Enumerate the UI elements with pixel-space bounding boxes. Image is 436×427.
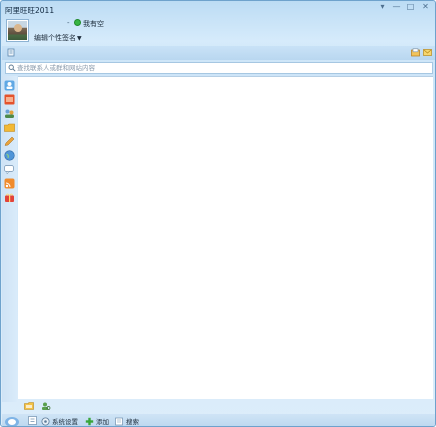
- search-input[interactable]: [17, 63, 417, 73]
- signature-editor[interactable]: 编辑个性签名▼: [34, 33, 82, 43]
- find-button[interactable]: 搜索: [115, 416, 139, 426]
- menu-button[interactable]: ▾: [376, 1, 389, 12]
- contacts-icon: [4, 80, 15, 91]
- avatar[interactable]: [6, 19, 29, 42]
- rail-tab-contacts[interactable]: [4, 80, 15, 91]
- rail-tab-feed[interactable]: [4, 178, 15, 189]
- system-settings-label: 系统设置: [52, 418, 78, 426]
- rail-tab-pencil[interactable]: [4, 136, 15, 147]
- group-icon: [5, 109, 14, 118]
- rail-tab-shop[interactable]: [4, 94, 15, 105]
- shop-icon: [4, 94, 15, 105]
- chat-icon: [4, 165, 14, 175]
- online-status-icon[interactable]: [74, 19, 81, 26]
- rail-tab-folder[interactable]: [4, 122, 15, 133]
- find-label: 搜索: [126, 418, 139, 426]
- add-contact-button[interactable]: 添加: [85, 416, 109, 426]
- folder-icon: [4, 123, 15, 132]
- rail-tab-group[interactable]: [4, 108, 15, 119]
- signature-text: 编辑个性签名: [34, 34, 76, 42]
- status-bar: 系统设置 添加 搜索: [2, 414, 435, 427]
- avatar-image: [8, 21, 27, 40]
- menu-icon: [28, 416, 37, 425]
- add-contact-label: 添加: [96, 418, 109, 426]
- status-separator: -: [67, 19, 70, 27]
- feed-icon: [4, 178, 15, 189]
- status-selector[interactable]: 我有空: [83, 19, 104, 29]
- pencil-icon: [4, 136, 15, 146]
- main-toolbar: [2, 46, 435, 60]
- maximize-button[interactable]: □: [404, 1, 417, 12]
- window-title: 阿里旺旺2011: [5, 6, 55, 15]
- aliwangwang-logo-icon[interactable]: [4, 414, 20, 427]
- quick-menu-button[interactable]: [28, 416, 39, 425]
- email-icon[interactable]: [423, 48, 432, 57]
- system-settings-button[interactable]: 系统设置: [41, 416, 78, 426]
- category-rail: [2, 76, 17, 402]
- chevron-down-icon: ▼: [77, 35, 82, 42]
- window-controls: ▾ — □ ✕: [375, 1, 433, 12]
- app-window: 阿里旺旺2011 ▾ — □ ✕ - 我有空 编辑个性签名▼ 查找联系人或群和网…: [0, 0, 436, 427]
- globe-icon: [4, 150, 15, 161]
- add-icon: [85, 417, 94, 425]
- rail-tab-gift[interactable]: [4, 192, 15, 203]
- search-box[interactable]: [5, 62, 433, 74]
- close-button[interactable]: ✕: [418, 1, 433, 12]
- gift-icon: [5, 193, 14, 202]
- notes-icon[interactable]: [7, 48, 16, 57]
- search-icon: [8, 64, 16, 72]
- contact-list-panel[interactable]: [18, 76, 433, 399]
- gear-icon: [41, 417, 50, 425]
- nickname[interactable]: [34, 19, 64, 27]
- find-icon: [115, 417, 123, 425]
- inbox-icon[interactable]: [411, 48, 420, 57]
- open-folder-icon[interactable]: [24, 401, 34, 411]
- minimize-button[interactable]: —: [390, 1, 403, 12]
- user-search-icon[interactable]: [41, 401, 51, 411]
- rail-tab-chat[interactable]: [4, 164, 15, 175]
- rail-tab-globe[interactable]: [4, 150, 15, 161]
